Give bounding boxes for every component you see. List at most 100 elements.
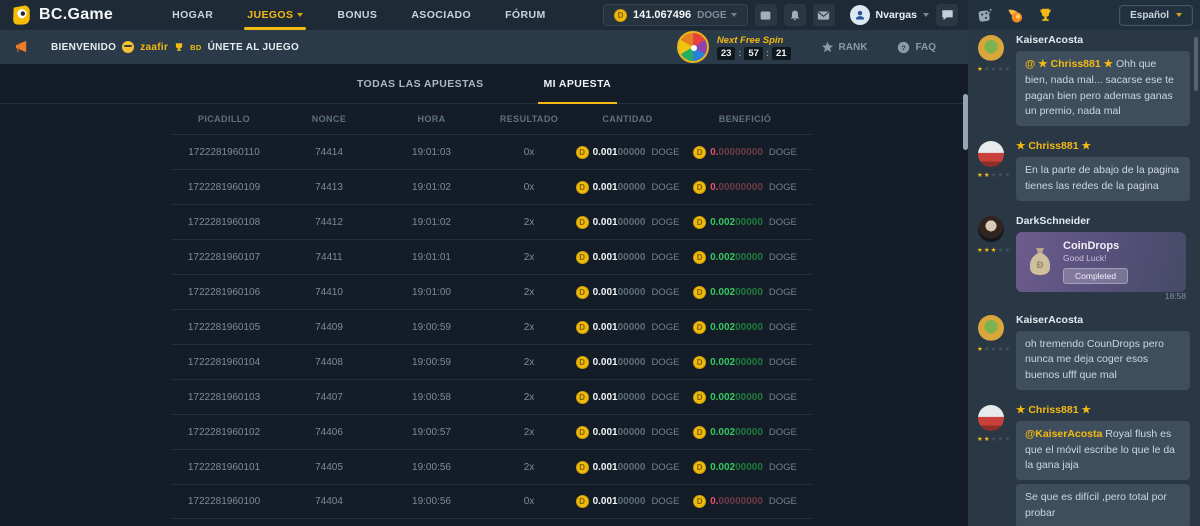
- chat-scrollbar[interactable]: [1194, 37, 1198, 91]
- bet-time: 19:00:56: [382, 462, 481, 473]
- bet-result: 2x: [481, 357, 577, 368]
- avatar-chriss881[interactable]: [978, 141, 1004, 167]
- table-row[interactable]: 17222819601077441119:01:012xD0.00100000D…: [172, 239, 812, 274]
- bet-time: 19:00:59: [382, 357, 481, 368]
- bet-amount: D0.00100000DOGE: [577, 146, 678, 159]
- chat-message: ★★★★★KaiserAcostaoh tremendo CounDrops p…: [976, 314, 1190, 394]
- user-stars: ★★★★★: [977, 65, 1011, 73]
- doge-coin-icon: D: [693, 391, 706, 404]
- table-row[interactable]: 17222819601007440419:00:560xD0.00100000D…: [172, 484, 812, 519]
- tab-my-bet[interactable]: MI APUESTA: [538, 64, 618, 104]
- nav-item-bonus[interactable]: BONUS: [320, 0, 394, 30]
- bcgame-logo[interactable]: BC.Game: [10, 4, 113, 26]
- doge-coin-icon: D: [576, 251, 589, 264]
- balance-selector[interactable]: D 141.067496 DOGE: [603, 4, 748, 26]
- messages-button[interactable]: [813, 4, 835, 26]
- free-spin-widget[interactable]: Next Free Spin 23 : 57 : 21: [677, 31, 791, 63]
- chat-username[interactable]: DarkSchneider: [1016, 215, 1190, 227]
- top-navbar: BC.Game HOGARJUEGOSBONUSASOCIADOFÓRUM D …: [0, 0, 968, 30]
- table-row[interactable]: 17222819601087441219:01:022xD0.00100000D…: [172, 204, 812, 239]
- bet-profit: D0.00200000DOGE: [678, 461, 812, 474]
- app-window: BC.Game HOGARJUEGOSBONUSASOCIADOFÓRUM D …: [0, 0, 1200, 526]
- doge-coin-icon: D: [693, 216, 706, 229]
- bet-time: 19:01:03: [382, 147, 481, 158]
- bet-nonce: 74405: [276, 462, 382, 473]
- chat-message: ★★★★★★ Chriss881 ★@KaiserAcosta Royal fl…: [976, 404, 1190, 526]
- table-row[interactable]: 17222819601047440819:00:592xD0.00100000D…: [172, 344, 812, 379]
- user-stars: ★★★★★: [977, 171, 1011, 179]
- timer-hours: 23: [717, 47, 736, 60]
- chat-username[interactable]: ★ Chriss881 ★: [1016, 404, 1190, 416]
- table-row[interactable]: 17222819601067441019:01:002xD0.00100000D…: [172, 274, 812, 309]
- message-timestamp: 18:58: [1016, 291, 1186, 301]
- chat-panel: Español ★★★★★ KaiserAcosta @ ★ Chriss881 ★…: [968, 0, 1200, 526]
- avatar-darkschneider[interactable]: [978, 216, 1004, 242]
- avatar-kaiseracosta[interactable]: [978, 35, 1004, 61]
- main-nav: HOGARJUEGOSBONUSASOCIADOFÓRUM: [155, 0, 562, 30]
- user-stars: ★★★★★: [977, 246, 1011, 254]
- chat-username[interactable]: KaiserAcosta: [1016, 34, 1190, 46]
- main-column: BC.Game HOGARJUEGOSBONUSASOCIADOFÓRUM D …: [0, 0, 968, 526]
- nav-item-asociado[interactable]: ASOCIADO: [394, 0, 488, 30]
- table-row[interactable]: 17222819601057440919:00:592xD0.00100000D…: [172, 309, 812, 344]
- megaphone-icon: [14, 40, 29, 54]
- nav-item-hogar[interactable]: HOGAR: [155, 0, 230, 30]
- chevron-down-icon: [1176, 13, 1182, 17]
- bcgame-logo-text: BC.Game: [39, 6, 113, 24]
- welcome-banner: BIENVENIDO zaafir BD ÚNETE AL JUEGO Next…: [0, 30, 968, 64]
- dice-icon[interactable]: [976, 7, 993, 24]
- user-stars: ★★★★★: [977, 435, 1011, 443]
- table-row[interactable]: 17222819601017440519:00:562xD0.00100000D…: [172, 449, 812, 484]
- doge-coin-icon: D: [576, 391, 589, 404]
- rank-link[interactable]: RANK: [821, 41, 868, 53]
- chat-panel-header: Español: [968, 0, 1200, 30]
- chat-username[interactable]: KaiserAcosta: [1016, 314, 1190, 326]
- wallet-button[interactable]: [755, 4, 777, 26]
- fireball-icon[interactable]: [1006, 7, 1024, 24]
- bet-nonce: 74413: [276, 182, 382, 193]
- bet-amount: D0.00100000DOGE: [577, 251, 678, 264]
- bcgame-logo-icon: [10, 4, 32, 26]
- doge-coin-icon: D: [576, 181, 589, 194]
- bet-profit: D0.00000000DOGE: [678, 181, 812, 194]
- notifications-button[interactable]: [784, 4, 806, 26]
- tab-all-bets[interactable]: TODAS LAS APUESTAS: [351, 64, 490, 104]
- completed-button[interactable]: Completed: [1063, 268, 1128, 284]
- bet-hash: 1722281960104: [172, 357, 276, 368]
- nav-item-juegos[interactable]: JUEGOS: [230, 0, 320, 30]
- table-row[interactable]: 17222819601107441419:01:030xD0.00100000D…: [172, 134, 812, 169]
- free-spin-label: Next Free Spin: [717, 35, 791, 46]
- user-menu[interactable]: Nvargas: [850, 5, 929, 25]
- avatar-kaiseracosta[interactable]: [978, 315, 1004, 341]
- table-row[interactable]: 17222819601027440619:00:572xD0.00100000D…: [172, 414, 812, 449]
- bet-time: 19:01:02: [382, 217, 481, 228]
- bet-time: 19:00:59: [382, 322, 481, 333]
- bet-result: 2x: [481, 217, 577, 228]
- bets-section: TODAS LAS APUESTAS MI APUESTA PICADILLO …: [0, 64, 968, 519]
- avatar-chriss881[interactable]: [978, 405, 1004, 431]
- user-mention[interactable]: @ ★ Chriss881 ★: [1025, 58, 1116, 70]
- bet-profit: D0.00000000DOGE: [678, 495, 812, 508]
- coindrops-card[interactable]: ĐCoinDropsGood Luck!Completed: [1016, 232, 1186, 292]
- table-row[interactable]: 17222819601037440719:00:582xD0.00100000D…: [172, 379, 812, 414]
- chat-username[interactable]: ★ Chriss881 ★: [1016, 140, 1190, 152]
- chat-toggle-button[interactable]: [936, 4, 958, 26]
- nav-item-fórum[interactable]: FÓRUM: [488, 0, 563, 30]
- table-row[interactable]: 17222819601097441319:01:020xD0.00100000D…: [172, 169, 812, 204]
- bet-time: 19:00:56: [382, 496, 481, 507]
- chat-message-list: ★★★★★KaiserAcosta@ ★ Chriss881 ★ Ohh que…: [968, 30, 1200, 526]
- faq-link[interactable]: ? FAQ: [897, 41, 936, 54]
- welcome-username[interactable]: zaafir: [140, 42, 168, 53]
- bet-nonce: 74411: [276, 252, 382, 263]
- chat-message: ★★★★★ DarkSchneider ĐCoinDropsGood Luck!Co…: [976, 215, 1190, 304]
- bet-amount: D0.00100000DOGE: [577, 495, 678, 508]
- balance-currency: DOGE: [697, 10, 736, 21]
- bet-hash: 1722281960102: [172, 427, 276, 438]
- trophy-icon[interactable]: [1037, 7, 1054, 23]
- bet-result: 2x: [481, 462, 577, 473]
- user-mention[interactable]: @KaiserAcosta: [1025, 428, 1105, 440]
- bet-hash: 1722281960109: [172, 182, 276, 193]
- user-stars: ★★★★★: [977, 345, 1011, 353]
- bet-amount: D0.00100000DOGE: [577, 391, 678, 404]
- language-selector[interactable]: Español: [1120, 6, 1192, 25]
